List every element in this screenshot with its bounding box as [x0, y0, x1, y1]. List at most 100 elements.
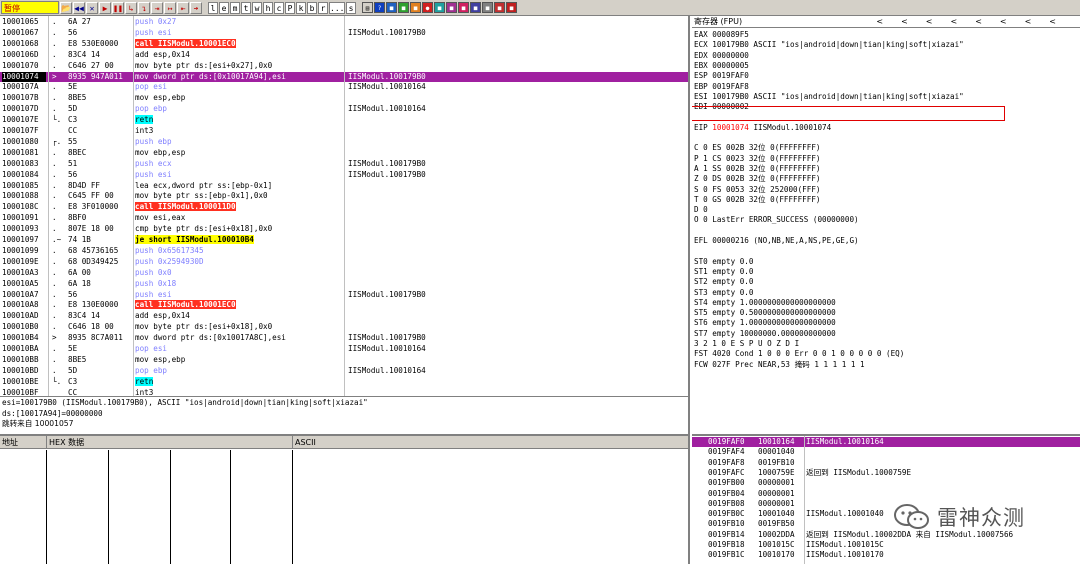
window-button-1[interactable]: e [219, 1, 229, 14]
debug-button[interactable]: ✕ [86, 1, 98, 14]
dump-col-address[interactable]: 地址 [2, 436, 18, 449]
register-line[interactable] [694, 246, 1074, 256]
plugin-icon-6[interactable]: ■ [446, 2, 457, 13]
disasm-row[interactable]: 10001080 ┌. 55 push ebp [0, 137, 688, 148]
disasm-row[interactable]: 100010BB. 8BE5 mov esp,ebp [0, 355, 688, 366]
window-button-7[interactable]: P [285, 1, 295, 14]
register-line[interactable]: EAX 000089F5 [694, 30, 1074, 40]
disasm-row[interactable]: 1000106D. 83C4 14 add esp,0x14 [0, 50, 688, 61]
window-button-8[interactable]: k [296, 1, 306, 14]
register-line[interactable]: D 0 [694, 205, 1074, 215]
disasm-row[interactable]: 10001088. C645 FF 00 mov byte ptr ss:[ebp-… [0, 191, 688, 202]
register-line[interactable]: T 0 GS 002B 32位 0(FFFFFFFF) [694, 195, 1074, 205]
disasm-row[interactable]: 10001065. 6A 27 push 0x27 [0, 17, 688, 28]
register-line[interactable]: P 1 CS 0023 32位 0(FFFFFFFF) [694, 154, 1074, 164]
debug-button[interactable]: ↳ [125, 1, 137, 14]
disassembly-pane[interactable]: 10001065. 6A 27 push 0x27 10001067. 56 push e… [0, 16, 690, 396]
debug-button[interactable]: ↴ [138, 1, 150, 14]
stack-row[interactable]: 0019FAF0 10010164 IISModul.10010164 [692, 437, 1080, 448]
register-line[interactable]: ST2 empty 0.0 [694, 277, 1074, 287]
registers-arrows[interactable]: <<<<<<<< [876, 16, 1074, 28]
window-button-11[interactable]: ... [329, 1, 345, 14]
register-line[interactable]: ESI 100179B0 ASCII "ios|android|down|tia… [694, 92, 1074, 102]
window-button-12[interactable]: s [346, 1, 356, 14]
disasm-row[interactable]: 1000107E └. C3 retn [0, 115, 688, 126]
stack-row[interactable]: 0019FAFC 1000759E 返回到 IISModul.1000759E [692, 468, 1080, 478]
disasm-row[interactable]: 10001067. 56 push esi IISModul.100179B0 [0, 28, 688, 39]
window-button-9[interactable]: b [307, 1, 317, 14]
disasm-row[interactable]: 100010B4 >8935 8C7A011 mov dword ptr ds:[0… [0, 333, 688, 344]
register-line[interactable]: EBX 00000005 [694, 61, 1074, 71]
register-line[interactable]: A 1 SS 002B 32位 0(FFFFFFFF) [694, 164, 1074, 174]
registers-pane[interactable]: 寄存器 (FPU) <<<<<<<< EAX 000089F5 ECX 10017… [692, 16, 1080, 396]
stack-row[interactable]: 0019FB18 1001015C IISModul.1001015C [692, 540, 1080, 550]
disasm-row[interactable]: 100010A5. 6A 18 push 0x18 [0, 279, 688, 290]
disasm-row[interactable]: 100010BE └. C3 retn [0, 376, 688, 388]
register-line[interactable]: ST5 empty 0.5000000000000000000 [694, 308, 1074, 318]
register-line[interactable]: 3 2 1 0 E S P U O Z D I [694, 339, 1074, 349]
memory-dump-pane[interactable]: 地址 HEX 数据 ASCII [0, 434, 690, 564]
register-line[interactable]: ST7 empty 10000000.000000000000 [694, 329, 1074, 339]
disasm-row[interactable]: 100010B0. C646 18 00 mov byte ptr ds:[esi+… [0, 322, 688, 333]
debug-button[interactable]: ⇥ [151, 1, 163, 14]
disasm-row[interactable]: 10001070. C646 27 00 mov byte ptr ds:[esi+… [0, 61, 688, 72]
plugin-icon-9[interactable]: ■ [482, 2, 493, 13]
register-line[interactable]: ST0 empty 0.0 [694, 257, 1074, 267]
register-line[interactable]: ECX 100179B0 ASCII "ios|android|down|tia… [694, 40, 1074, 50]
disasm-row[interactable]: 10001084. 56 push esi IISModul.100179B0 [0, 170, 688, 181]
debug-button[interactable]: 📂 [60, 1, 72, 14]
debug-button[interactable]: ◀◀ [73, 1, 85, 14]
disasm-row[interactable]: 100010A3. 6A 00 push 0x0 [0, 268, 688, 279]
disasm-row[interactable]: 10001093. 807E 18 00 cmp byte ptr ds:[esi+… [0, 224, 688, 235]
plugin-icon-7[interactable]: ■ [458, 2, 469, 13]
window-button-2[interactable]: m [230, 1, 240, 14]
disasm-row[interactable]: 1000107A. 5E pop esi IISModul.10010164 [0, 82, 688, 93]
plugin-icon-3[interactable]: ■ [410, 2, 421, 13]
debug-button[interactable]: ⇤ [177, 1, 189, 14]
disasm-row[interactable]: 1000107D. 5D pop ebp IISModul.10010164 [0, 104, 688, 115]
debug-button[interactable]: ↦ [164, 1, 176, 14]
debug-button[interactable]: ▶ [99, 1, 111, 14]
dump-col-ascii[interactable]: ASCII [292, 436, 316, 449]
debug-button[interactable]: ➔ [190, 1, 202, 14]
register-line[interactable]: ST1 empty 0.0 [694, 267, 1074, 277]
plugin-icon-2[interactable]: ■ [398, 2, 409, 13]
stack-row[interactable]: 0019FAF8 0019FB10 [692, 458, 1080, 468]
disasm-row[interactable]: 10001081. 8BEC mov ebp,esp [0, 148, 688, 159]
register-line[interactable]: S 0 FS 0053 32位 252000(FFF) [694, 185, 1074, 195]
register-eip[interactable]: EIP 10001074 IISModul.10001074 [694, 123, 1074, 133]
disasm-row[interactable]: 100010BD. 5D pop ebp IISModul.10010164 [0, 366, 688, 377]
register-line[interactable]: EFL 00000216 (NO,NB,NE,A,NS,PE,GE,G) [694, 236, 1074, 246]
help-icon[interactable]: ? [374, 2, 385, 13]
debug-button[interactable]: ❚❚ [112, 1, 124, 14]
disasm-row[interactable]: 10001085. 8D4D FF lea ecx,dword ptr ss:[eb… [0, 181, 688, 192]
window-button-6[interactable]: c [274, 1, 284, 14]
register-line[interactable]: Z 0 DS 002B 32位 0(FFFFFFFF) [694, 174, 1074, 184]
disasm-row[interactable]: 1000107B. 8BE5 mov esp,ebp [0, 93, 688, 104]
disasm-row[interactable]: 10001083. 51 push ecx IISModul.100179B0 [0, 159, 688, 170]
register-line[interactable]: EDX 00000000 [694, 51, 1074, 61]
disasm-row[interactable]: 10001091. 8BF0 mov esi,eax [0, 213, 688, 224]
disasm-row[interactable]: 1000108C. E8 3F010000 call IISModul.100011… [0, 202, 688, 213]
disasm-row[interactable]: 10001099. 68 45736165 push 0x65617345 [0, 246, 688, 257]
plugin-icon-11[interactable]: ■ [506, 2, 517, 13]
window-button-4[interactable]: w [252, 1, 262, 14]
window-button-3[interactable]: t [241, 1, 251, 14]
window-button-5[interactable]: h [263, 1, 273, 14]
disasm-row[interactable]: 100010BF CC int3 [0, 388, 688, 396]
register-line[interactable]: ST3 empty 0.0 [694, 288, 1074, 298]
stack-row[interactable]: 0019FAF4 00001040 [692, 447, 1080, 457]
stack-row[interactable]: 0019FB1C 10010170 IISModul.10010170 [692, 550, 1080, 560]
plugin-icon-8[interactable]: ■ [470, 2, 481, 13]
disasm-row[interactable]: 10001068. E8 530E0000 call IISModul.10001E… [0, 38, 688, 50]
window-button-10[interactable]: r [318, 1, 328, 14]
disasm-row[interactable]: 100010AD. 83C4 14 add esp,0x14 [0, 311, 688, 322]
stack-row[interactable]: 0019FB04 00000001 [692, 489, 1080, 499]
register-line[interactable]: ST4 empty 1.0000000000000000000 [694, 298, 1074, 308]
disasm-row[interactable]: 10001074 >8935 947A011 mov dword ptr ds:[0… [0, 71, 688, 83]
stack-row[interactable]: 0019FB00 00000001 [692, 478, 1080, 488]
window-button-0[interactable]: l [208, 1, 218, 14]
disasm-row[interactable]: 100010A7. 56 push esi IISModul.100179B0 [0, 290, 688, 301]
register-line[interactable]: ESP 0019FAF0 [694, 71, 1074, 81]
register-line[interactable]: O 0 LastErr ERROR_SUCCESS (00000000) [694, 215, 1074, 225]
